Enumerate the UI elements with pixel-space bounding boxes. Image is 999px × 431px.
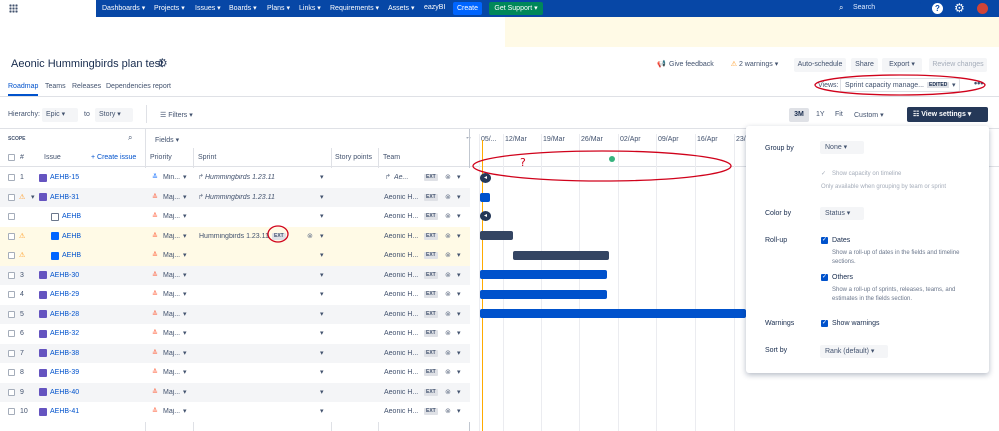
sort-by-label: Sort by [765,347,788,354]
capacity-note: Only available when grouping by team or … [821,184,947,190]
others-label: Others [832,274,854,281]
others-checkbox[interactable]: ✓ [821,274,828,281]
show-capacity-checkbox: ✓ [820,171,827,178]
annotation-question-mark: ? [520,156,526,169]
show-warnings-label: Show warnings [832,320,880,327]
others-desc-2: estimates in the fields section. [832,296,913,302]
annotation-ext-ellipse [267,225,289,243]
show-warnings-checkbox[interactable]: ✓ [821,320,828,327]
warnings-label: Warnings [765,320,795,327]
rollup-label: Roll-up [765,237,788,244]
sort-by-select[interactable]: Rank (default) ▾ [820,345,888,358]
group-by-select[interactable]: None ▾ [820,141,864,154]
dates-label: Dates [832,237,851,244]
view-settings-panel: Group by None ▾ ✓ Show capacity on timel… [746,126,989,373]
color-by-label: Color by [765,210,792,217]
dates-checkbox[interactable]: ✓ [821,237,828,244]
color-by-select[interactable]: Status ▾ [820,207,864,220]
dates-desc-2: sections. [832,259,856,265]
others-desc-1: Show a roll-up of sprints, releases, tea… [832,287,956,293]
show-capacity-label: Show capacity on timeline [832,171,902,177]
annotation-timeline-ellipse [472,150,732,182]
annotation-view-ellipse [814,74,986,96]
dates-desc-1: Show a roll-up of dates in the fields an… [832,250,960,256]
group-by-label: Group by [765,145,794,152]
